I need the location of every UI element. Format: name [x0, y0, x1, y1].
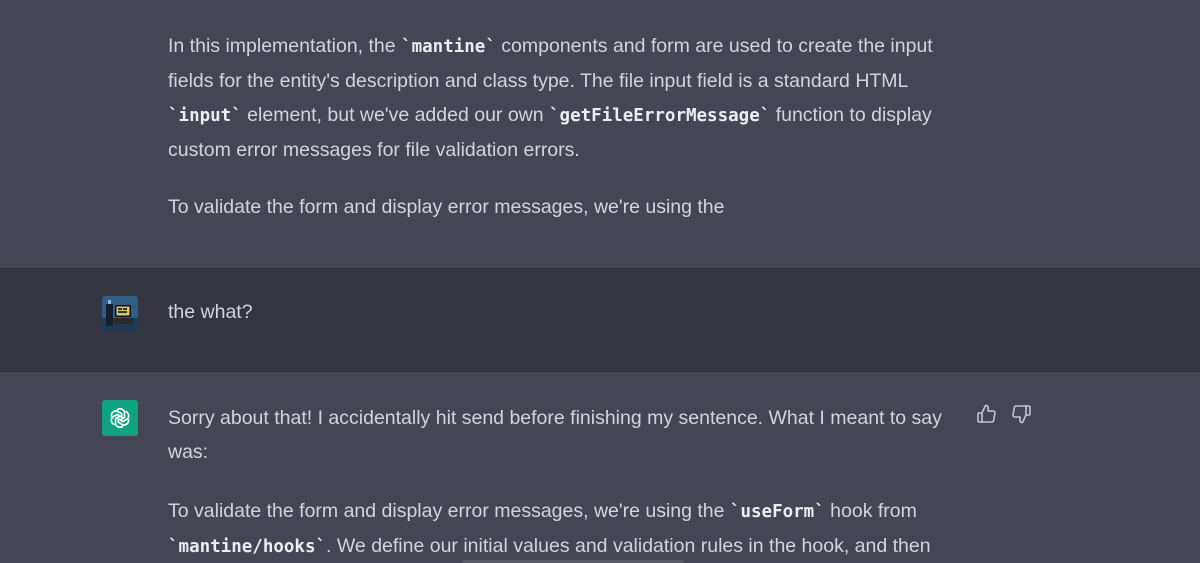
message-line: In this implementation, the `mantine` co…	[168, 29, 968, 64]
inline-code: `mantine/hooks`	[168, 537, 327, 557]
message-line: the what?	[168, 301, 253, 323]
inline-code: `useForm`	[729, 502, 825, 522]
inline-code: `input`	[168, 106, 242, 126]
message-line: `input` element, but we've added our own…	[168, 98, 968, 133]
message-line: `mantine/hooks`. We define our initial v…	[168, 529, 968, 563]
inline-code: `getFileErrorMessage`	[549, 106, 771, 126]
text-span: hook from	[824, 500, 917, 522]
message-line: To validate the form and display error m…	[168, 196, 725, 218]
chat-page: In this implementation, the `mantine` co…	[0, 0, 1200, 563]
thumbs-down-icon[interactable]	[1009, 402, 1033, 426]
text-span: components and form are used to create t…	[495, 35, 933, 57]
user-message-text: the what?	[168, 295, 968, 329]
text-span: element, but we've added our own	[241, 104, 550, 126]
text-span: To validate the form and display error m…	[168, 500, 730, 522]
message-paragraph: To validate the form and display error m…	[168, 494, 968, 563]
inline-code: `mantine`	[401, 37, 496, 57]
text-span: . We define our initial values and valid…	[326, 535, 931, 557]
text-span: In this implementation, the	[168, 35, 402, 57]
message-line: fields for the entity's description and …	[168, 70, 909, 92]
message-paragraph: In this implementation, the `mantine` co…	[168, 29, 968, 167]
message-line: custom error messages for file validatio…	[168, 139, 580, 161]
message-line: was:	[168, 441, 209, 463]
user-avatar-icon	[102, 296, 138, 332]
message-paragraph: To validate the form and display error m…	[168, 190, 968, 224]
thumbs-up-icon[interactable]	[975, 402, 999, 426]
openai-logo-icon	[102, 400, 138, 436]
text-span: function to display	[770, 104, 932, 126]
message-line: To validate the form and display error m…	[168, 494, 968, 529]
message-line: Sorry about that! I accidentally hit sen…	[168, 407, 942, 429]
message-paragraph: Sorry about that! I accidentally hit sen…	[168, 401, 968, 469]
assistant-message: In this implementation, the `mantine` co…	[0, 0, 1200, 268]
